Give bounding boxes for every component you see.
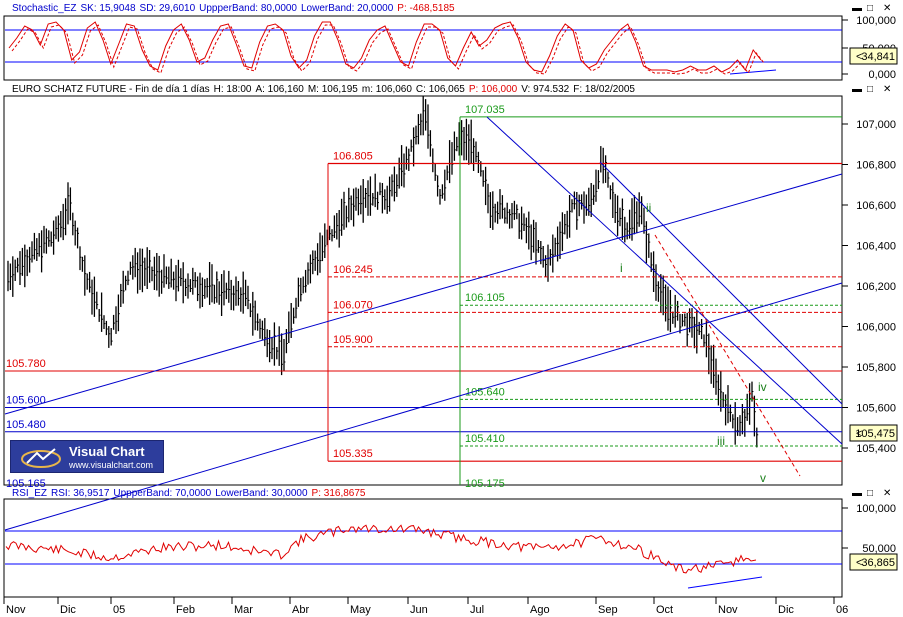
x-tick-label: Oct	[656, 604, 673, 616]
price-current-value: 105,475	[855, 428, 895, 440]
x-tick-label: Sep	[598, 604, 618, 616]
y-tick-label: 105,400	[856, 443, 896, 455]
price-header: EURO SCHATZ FUTURE - Fin de día 1 días H:…	[12, 84, 635, 95]
x-tick-label: Dic	[778, 604, 794, 616]
logo-url: www.visualchart.com	[69, 460, 154, 470]
x-tick-label: Jun	[410, 604, 428, 616]
fib-red-label: 106.245	[333, 264, 373, 276]
fib-green-label: 107.035	[465, 104, 505, 116]
x-tick-label: 06	[836, 604, 848, 616]
left-level-label: 105.480	[6, 419, 46, 431]
y-tick-label: 106,800	[856, 160, 896, 172]
chart-canvas: Stochastic_EZ SK: 15,9048 SD: 29,6010 Upppe…	[0, 0, 903, 617]
close-icon[interactable]: ✕	[883, 488, 891, 499]
y-tick-label: 0,000	[868, 69, 896, 81]
y-tick-label: 50,000	[862, 543, 896, 555]
close-icon[interactable]: ✕	[883, 3, 891, 14]
x-tick-label: Feb	[176, 604, 195, 616]
wave-label: i	[620, 261, 623, 275]
visual-chart-logo-icon	[21, 448, 61, 468]
x-tick-label: 05	[113, 604, 125, 616]
maximize-icon[interactable]: □	[867, 3, 873, 14]
logo-title: Visual Chart	[69, 444, 145, 459]
y-tick-label: 100,000	[856, 15, 896, 27]
wave-label: iii	[717, 434, 725, 448]
rsi-window-buttons[interactable]: ▬ □ ✕	[852, 488, 891, 499]
x-tick-label: Abr	[292, 604, 309, 616]
y-tick-label: 100,000	[856, 503, 896, 515]
left-level-label: 105.165	[6, 478, 46, 490]
fib-green-label: 106.105	[465, 292, 505, 304]
fib-red-label: 106.805	[333, 150, 373, 162]
wave-label: iv	[758, 380, 767, 394]
y-tick-label: 106,600	[856, 200, 896, 212]
fib-green-label: 105.410	[465, 433, 505, 445]
wave-label: v	[760, 471, 766, 485]
visual-chart-logo: Visual Chart www.visualchart.com	[10, 440, 164, 473]
x-tick-label: May	[350, 604, 371, 616]
fib-red-label: 105.900	[333, 334, 373, 346]
left-level-label: 105.780	[6, 358, 46, 370]
close-icon[interactable]: ✕	[883, 84, 891, 95]
stoch-window-buttons[interactable]: ▬ □ ✕	[852, 3, 891, 14]
x-tick-label: Dic	[60, 604, 76, 616]
maximize-icon[interactable]: □	[867, 84, 873, 95]
y-tick-label: 107,000	[856, 119, 896, 131]
rsi-header: RSI_EZ RSI: 36,9517 UppperBand: 70,0000 Low…	[12, 488, 366, 499]
rsi-current-value: 36,865	[861, 557, 895, 569]
x-tick-label: Mar	[234, 604, 253, 616]
price-window-buttons[interactable]: ▬ □ ✕	[852, 84, 891, 95]
fib-red-label: 105.335	[333, 448, 373, 460]
y-tick-label: 105,800	[856, 362, 896, 374]
y-tick-label: 106,000	[856, 322, 896, 334]
minimize-icon[interactable]: ▬	[852, 84, 862, 95]
x-tick-label: Nov	[718, 604, 738, 616]
y-tick-label: 105,600	[856, 403, 896, 415]
stoch-current-value: 34,841	[861, 51, 895, 63]
fib-red-label: 106.070	[333, 299, 373, 311]
maximize-icon[interactable]: □	[867, 488, 873, 499]
y-tick-label: 106,200	[856, 281, 896, 293]
x-tick-label: Jul	[470, 604, 484, 616]
y-tick-label: 106,400	[856, 241, 896, 253]
minimize-icon[interactable]: ▬	[852, 3, 862, 14]
wave-label: ii	[646, 201, 651, 215]
minimize-icon[interactable]: ▬	[852, 488, 862, 499]
fib-green-label: 105.175	[465, 478, 505, 490]
left-level-label: 105.600	[6, 395, 46, 407]
x-tick-label: Ago	[530, 604, 550, 616]
x-tick-label: Nov	[6, 604, 26, 616]
